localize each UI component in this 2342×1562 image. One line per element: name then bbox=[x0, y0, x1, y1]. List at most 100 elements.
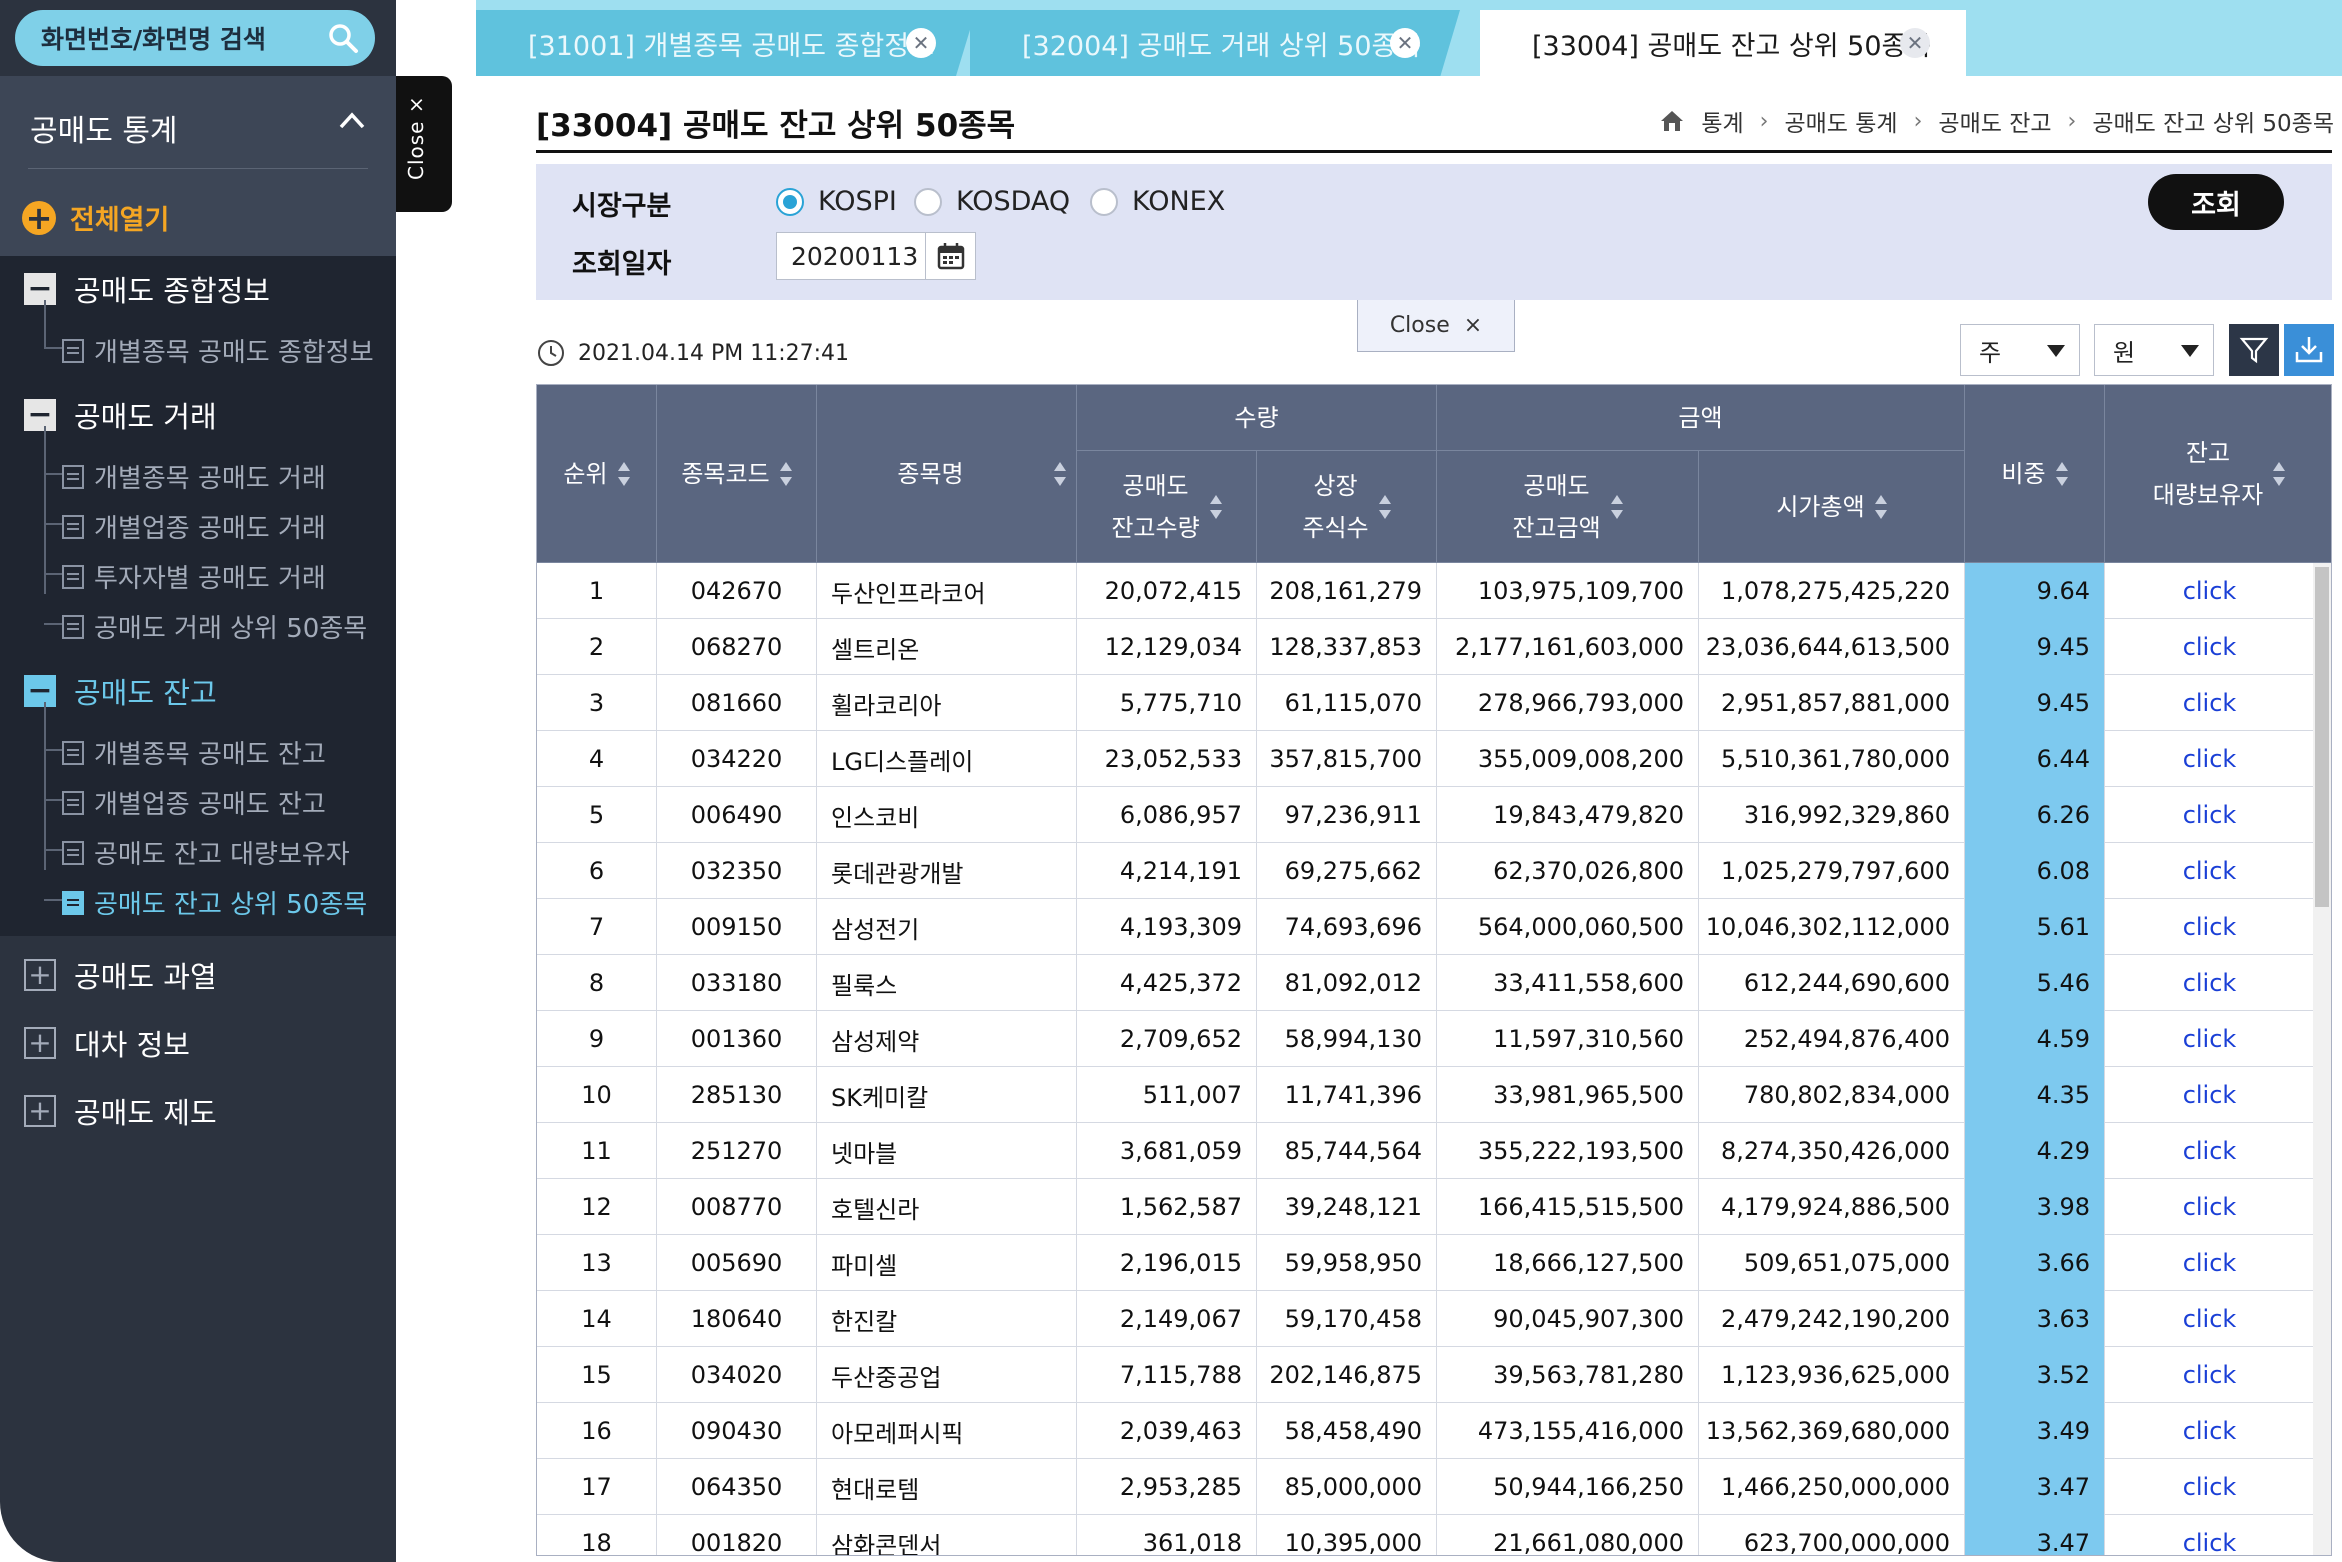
col-listed-shares[interactable]: 상장 주식수 bbox=[1257, 451, 1437, 563]
cell-holder-link[interactable]: click bbox=[2105, 1011, 2315, 1067]
filter-button[interactable] bbox=[2229, 324, 2279, 376]
query-button[interactable]: 조회 bbox=[2148, 174, 2284, 230]
col-large-holder[interactable]: 잔고 대량보유자 bbox=[2105, 385, 2331, 563]
table-row[interactable]: 16 090430 아모레퍼시픽 2,039,463 58,458,490 473,155… bbox=[537, 1403, 2315, 1459]
cell-holder-link[interactable]: click bbox=[2105, 675, 2315, 731]
radio-label: KOSDAQ bbox=[956, 186, 1071, 217]
table-row[interactable]: 4 034220 LG디스플레이 23,052,533 357,815,700 355,0… bbox=[537, 731, 2315, 787]
cell-holder-link[interactable]: click bbox=[2105, 1459, 2315, 1515]
menu-item[interactable]: 투자자별 공매도 거래 bbox=[62, 558, 326, 595]
menu-item[interactable]: 공매도 잔고 대량보유자 bbox=[62, 834, 350, 871]
cell-holder-link[interactable]: click bbox=[2105, 1067, 2315, 1123]
menu-group-overheat[interactable]: + 공매도 과열 bbox=[24, 954, 217, 996]
menu-item-active[interactable]: 공매도 잔고 상위 50종목 bbox=[62, 884, 367, 921]
scrollbar-thumb[interactable] bbox=[2315, 567, 2329, 907]
cell-rank: 13 bbox=[537, 1235, 657, 1291]
money-unit-select[interactable]: 원 bbox=[2094, 324, 2214, 376]
cell-holder-link[interactable]: click bbox=[2105, 1347, 2315, 1403]
table-row[interactable]: 15 034020 두산중공업 7,115,788 202,146,875 39,563,… bbox=[537, 1347, 2315, 1403]
cell-holder-link[interactable]: click bbox=[2105, 1179, 2315, 1235]
table-row[interactable]: 17 064350 현대로템 2,953,285 85,000,000 50,944,16… bbox=[537, 1459, 2315, 1515]
col-ratio[interactable]: 비중 bbox=[1965, 385, 2105, 563]
col-name[interactable]: 종목명 bbox=[817, 385, 1077, 563]
menu-item[interactable]: 개별업종 공매도 거래 bbox=[62, 508, 326, 545]
cell-holder-link[interactable]: click bbox=[2105, 1403, 2315, 1459]
breadcrumb-item[interactable]: 공매도 잔고 상위 50종목 bbox=[2092, 104, 2334, 138]
cell-code: 006490 bbox=[657, 787, 817, 843]
menu-group-system[interactable]: + 공매도 제도 bbox=[24, 1090, 217, 1132]
menu-item[interactable]: 공매도 거래 상위 50종목 bbox=[62, 608, 367, 645]
col-code[interactable]: 종목코드 bbox=[657, 385, 817, 563]
radio-kospi[interactable]: KOSPI bbox=[776, 186, 897, 217]
cell-holder-link[interactable]: click bbox=[2105, 563, 2315, 619]
close-icon[interactable]: ✕ bbox=[1390, 28, 1420, 58]
table-row[interactable]: 12 008770 호텔신라 1,562,587 39,248,121 166,415,5… bbox=[537, 1179, 2315, 1235]
menu-item[interactable]: 개별종목 공매도 종합정보 bbox=[62, 332, 374, 369]
date-label: 조회일자 bbox=[572, 249, 672, 280]
calendar-button[interactable] bbox=[926, 232, 976, 280]
cell-short-amount: 2,177,161,603,000 bbox=[1437, 619, 1699, 675]
col-market-cap[interactable]: 시가총액 bbox=[1699, 451, 1965, 563]
menu-group-lending[interactable]: + 대차 정보 bbox=[24, 1022, 190, 1064]
menu-item[interactable]: 개별종목 공매도 잔고 bbox=[62, 734, 326, 771]
download-button[interactable] bbox=[2284, 324, 2334, 376]
menu-item[interactable]: 개별업종 공매도 잔고 bbox=[62, 784, 326, 821]
radio-kosdaq[interactable]: KOSDAQ bbox=[914, 186, 1070, 217]
breadcrumb-item[interactable]: 공매도 잔고 bbox=[1938, 104, 2051, 138]
tab-31001[interactable]: [31001] 개별종목 공매도 종합정보 ✕ bbox=[476, 10, 976, 76]
close-icon[interactable]: ✕ bbox=[906, 28, 936, 58]
table-row[interactable]: 8 033180 필룩스 4,425,372 81,092,012 33,411,558,… bbox=[537, 955, 2315, 1011]
expand-all-button[interactable]: + 전체열기 bbox=[22, 198, 169, 237]
menu-group-trading[interactable]: − 공매도 거래 bbox=[24, 394, 217, 436]
vertical-scrollbar[interactable] bbox=[2313, 563, 2331, 1555]
chevron-up-icon[interactable] bbox=[338, 110, 366, 130]
close-icon[interactable]: ✕ bbox=[1900, 28, 1930, 58]
cell-short-qty: 20,072,415 bbox=[1077, 563, 1257, 619]
col-short-qty[interactable]: 공매도 잔고수량 bbox=[1077, 451, 1257, 563]
table-row[interactable]: 3 081660 휠라코리아 5,775,710 61,115,070 278,966,7… bbox=[537, 675, 2315, 731]
cell-holder-link[interactable]: click bbox=[2105, 1235, 2315, 1291]
search-icon[interactable] bbox=[327, 22, 359, 54]
cell-holder-link[interactable]: click bbox=[2105, 1123, 2315, 1179]
cell-holder-link[interactable]: click bbox=[2105, 899, 2315, 955]
tab-32004[interactable]: [32004] 공매도 거래 상위 50종목 ✕ bbox=[970, 10, 1460, 76]
menu-item[interactable]: 개별종목 공매도 거래 bbox=[62, 458, 326, 495]
table-row[interactable]: 9 001360 삼성제약 2,709,652 58,994,130 11,597,310… bbox=[537, 1011, 2315, 1067]
breadcrumb-item[interactable]: 통계 bbox=[1701, 104, 1743, 138]
table-row[interactable]: 18 001820 삼화콘덴서 361,018 10,395,000 21,661,080… bbox=[537, 1515, 2315, 1555]
cell-holder-link[interactable]: click bbox=[2105, 1291, 2315, 1347]
cell-holder-link[interactable]: click bbox=[2105, 1515, 2315, 1555]
filter-close-button[interactable]: Close × bbox=[1357, 300, 1515, 352]
col-group-amount: 금액 bbox=[1437, 385, 1965, 451]
radio-konex[interactable]: KONEX bbox=[1090, 186, 1225, 217]
menu-group-overview[interactable]: − 공매도 종합정보 bbox=[24, 268, 270, 310]
table-row[interactable]: 11 251270 넷마블 3,681,059 85,744,564 355,222,19… bbox=[537, 1123, 2315, 1179]
breadcrumb-item[interactable]: 공매도 통계 bbox=[1784, 104, 1897, 138]
cell-holder-link[interactable]: click bbox=[2105, 955, 2315, 1011]
table-row[interactable]: 7 009150 삼성전기 4,193,309 74,693,696 564,000,06… bbox=[537, 899, 2315, 955]
cell-name: 삼성전기 bbox=[817, 899, 1077, 955]
table-row[interactable]: 1 042670 두산인프라코어 20,072,415 208,161,279 103,9… bbox=[537, 563, 2315, 619]
tab-33004[interactable]: [33004] 공매도 잔고 상위 50종목 ✕ bbox=[1480, 10, 1966, 76]
table-row[interactable]: 13 005690 파미셀 2,196,015 59,958,950 18,666,127… bbox=[537, 1235, 2315, 1291]
cell-holder-link[interactable]: click bbox=[2105, 619, 2315, 675]
screen-search-input[interactable]: 화면번호/화면명 검색 bbox=[15, 10, 375, 66]
table-row[interactable]: 2 068270 셀트리온 12,129,034 128,337,853 2,177,16… bbox=[537, 619, 2315, 675]
cell-holder-link[interactable]: click bbox=[2105, 787, 2315, 843]
sidebar-close-tab[interactable]: Close × bbox=[396, 76, 452, 212]
date-input[interactable]: 20200113 bbox=[776, 232, 926, 280]
cell-holder-link[interactable]: click bbox=[2105, 731, 2315, 787]
home-icon[interactable] bbox=[1659, 109, 1685, 133]
col-rank[interactable]: 순위 bbox=[537, 385, 657, 563]
table-row[interactable]: 10 285130 SK케미칼 511,007 11,741,396 33,981,965… bbox=[537, 1067, 2315, 1123]
share-unit-select[interactable]: 주 bbox=[1960, 324, 2080, 376]
cell-code: 005690 bbox=[657, 1235, 817, 1291]
breadcrumb: 통계 › 공매도 통계 › 공매도 잔고 › 공매도 잔고 상위 50종목 bbox=[1659, 104, 2334, 138]
cell-name: 인스코비 bbox=[817, 787, 1077, 843]
cell-holder-link[interactable]: click bbox=[2105, 843, 2315, 899]
table-row[interactable]: 5 006490 인스코비 6,086,957 97,236,911 19,843,479… bbox=[537, 787, 2315, 843]
table-row[interactable]: 14 180640 한진칼 2,149,067 59,170,458 90,045,907… bbox=[537, 1291, 2315, 1347]
table-row[interactable]: 6 032350 롯데관광개발 4,214,191 69,275,662 62,370,0… bbox=[537, 843, 2315, 899]
menu-group-balance[interactable]: − 공매도 잔고 bbox=[24, 670, 217, 712]
col-short-amount[interactable]: 공매도 잔고금액 bbox=[1437, 451, 1699, 563]
